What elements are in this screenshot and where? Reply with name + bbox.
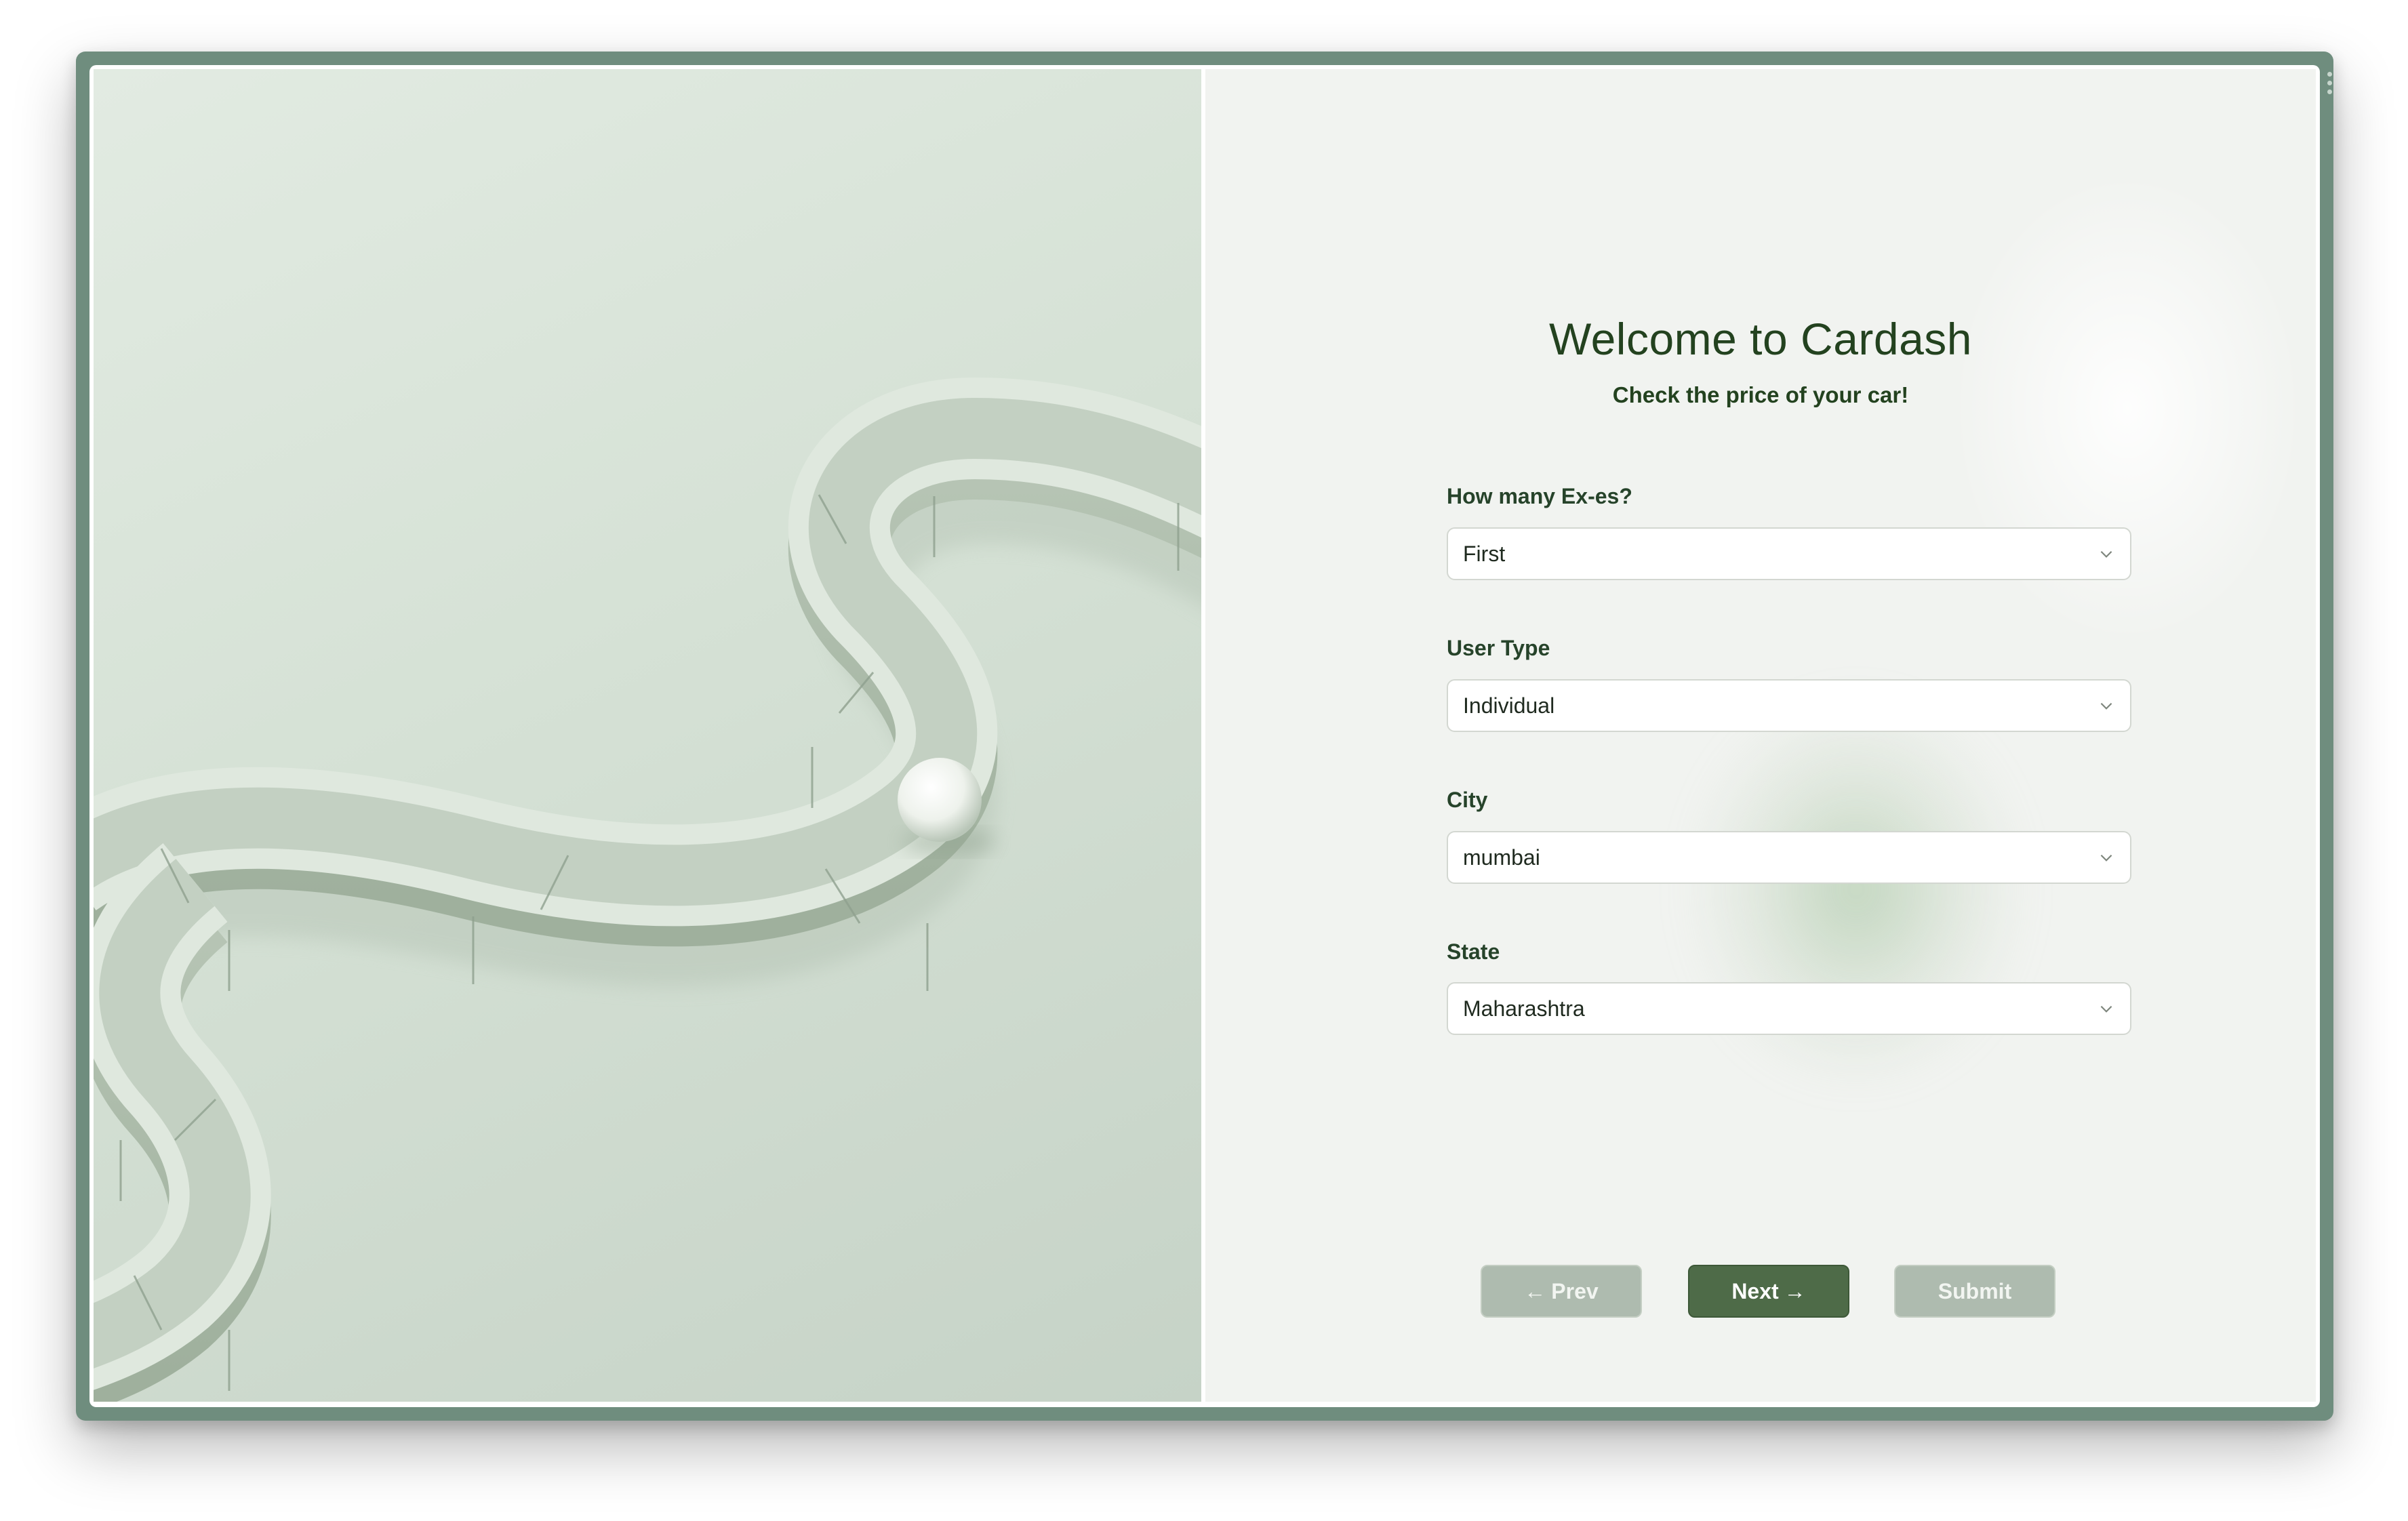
city-select[interactable]: mumbai	[1447, 831, 2131, 884]
page-subtitle: Check the price of your car!	[1612, 382, 1909, 407]
page-title: Welcome to Cardash	[1548, 314, 1973, 364]
chevron-down-icon	[2100, 550, 2112, 558]
window-grip-icon[interactable]	[2327, 72, 2332, 94]
form-panel: Welcome to Cardash Check the price of yo…	[1205, 69, 2316, 1402]
ex-es-select[interactable]: First	[1447, 527, 2131, 580]
ex-es-label: How many Ex-es?	[1447, 484, 1632, 508]
state-label: State	[1447, 939, 1500, 964]
submit-button[interactable]: Submit	[1894, 1265, 2055, 1318]
chevron-down-icon	[2100, 854, 2112, 861]
submit-button-label: Submit	[1938, 1278, 2012, 1303]
arrow-left-icon: ←	[1524, 1278, 1546, 1303]
user-type-label: User Type	[1447, 636, 1550, 660]
marble-track-illustration	[94, 377, 1201, 1402]
chevron-down-icon	[2100, 1005, 2112, 1013]
prev-button-label: Prev	[1551, 1278, 1599, 1303]
app-window: Welcome to Cardash Check the price of yo…	[89, 65, 2320, 1407]
state-value: Maharashtra	[1463, 996, 1585, 1021]
prev-button[interactable]: ← Prev	[1481, 1265, 1642, 1318]
user-type-value: Individual	[1463, 693, 1555, 718]
city-label: City	[1447, 788, 1488, 812]
hero-illustration	[94, 69, 1201, 1402]
arrow-right-icon: →	[1784, 1278, 1806, 1303]
city-value: mumbai	[1463, 845, 1540, 870]
ex-es-value: First	[1463, 542, 1506, 566]
user-type-select[interactable]: Individual	[1447, 679, 2131, 732]
next-button[interactable]: Next →	[1688, 1265, 1849, 1318]
chevron-down-icon	[2100, 702, 2112, 710]
state-select[interactable]: Maharashtra	[1447, 982, 2131, 1035]
app-window-frame: Welcome to Cardash Check the price of yo…	[76, 52, 2333, 1421]
next-button-label: Next	[1731, 1278, 1779, 1303]
